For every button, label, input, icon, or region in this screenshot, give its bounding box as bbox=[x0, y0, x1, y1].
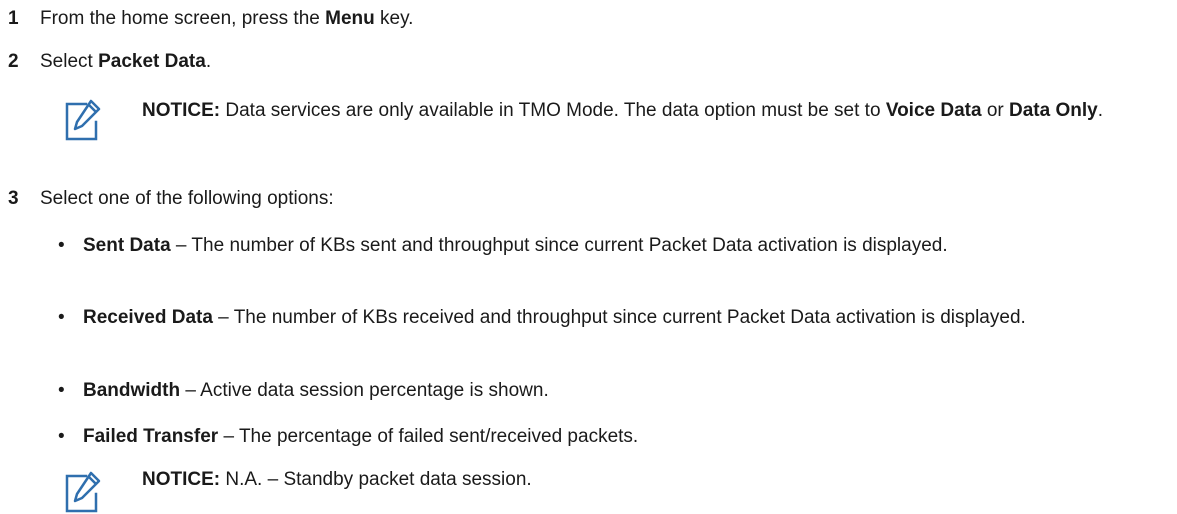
list-item-received-data: • Received Data – The number of KBs rece… bbox=[58, 304, 1168, 331]
list-item-bandwidth: • Bandwidth – Active data session percen… bbox=[58, 377, 1168, 404]
notice-text: Data services are only available in TMO … bbox=[220, 100, 886, 121]
step-keyword: Packet Data bbox=[98, 51, 206, 72]
option-description: – Active data session percentage is show… bbox=[180, 380, 549, 401]
list-item-failed-transfer: • Failed Transfer – The percentage of fa… bbox=[58, 423, 1168, 450]
bullet-marker: • bbox=[58, 380, 65, 401]
list-item-sent-data: • Sent Data – The number of KBs sent and… bbox=[58, 232, 1168, 259]
step-number: 1 bbox=[8, 8, 19, 29]
notice-text-end: . bbox=[1097, 100, 1103, 121]
bullet-marker: • bbox=[58, 235, 65, 256]
notice-pencil-icon bbox=[65, 471, 101, 513]
option-description: – The number of KBs sent and throughput … bbox=[170, 235, 948, 256]
bullet-marker: • bbox=[58, 307, 65, 328]
step-number: 2 bbox=[8, 51, 19, 72]
notice-block-2: NOTICE: N.A. – Standby packet data sessi… bbox=[142, 466, 1172, 493]
step-text: Select one of the following options: bbox=[40, 188, 334, 209]
notice-pencil-icon bbox=[65, 99, 101, 141]
step-text: Select bbox=[40, 51, 99, 72]
step-number: 3 bbox=[8, 188, 19, 209]
option-term: Sent Data bbox=[83, 235, 171, 256]
step-text-end: . bbox=[205, 51, 212, 72]
step-text: From the home screen, press the bbox=[40, 8, 326, 29]
notice-label: NOTICE: bbox=[142, 469, 221, 490]
option-term: Received Data bbox=[83, 307, 213, 328]
step-1: 1 From the home screen, press the Menu ke… bbox=[8, 6, 413, 32]
option-description: – The percentage of failed sent/received… bbox=[218, 426, 639, 447]
notice-text-or: or bbox=[981, 100, 1010, 121]
notice-option-voice-data: Voice Data bbox=[885, 100, 982, 121]
option-description: – The number of KBs received and through… bbox=[212, 307, 1026, 328]
notice-label: NOTICE: bbox=[142, 100, 221, 121]
notice-text: N.A. – Standby packet data session. bbox=[220, 469, 532, 490]
option-term: Failed Transfer bbox=[83, 426, 219, 447]
notice-option-data-only: Data Only bbox=[1009, 100, 1098, 121]
option-term: Bandwidth bbox=[83, 380, 181, 401]
step-2: 2 Select Packet Data. bbox=[8, 49, 211, 75]
notice-block-1: NOTICE: Data services are only available… bbox=[142, 97, 1172, 124]
step-keyword: Menu bbox=[325, 8, 375, 29]
step-3: 3 Select one of the following options: bbox=[8, 186, 334, 212]
step-text-end: key. bbox=[374, 8, 414, 29]
bullet-marker: • bbox=[58, 426, 65, 447]
